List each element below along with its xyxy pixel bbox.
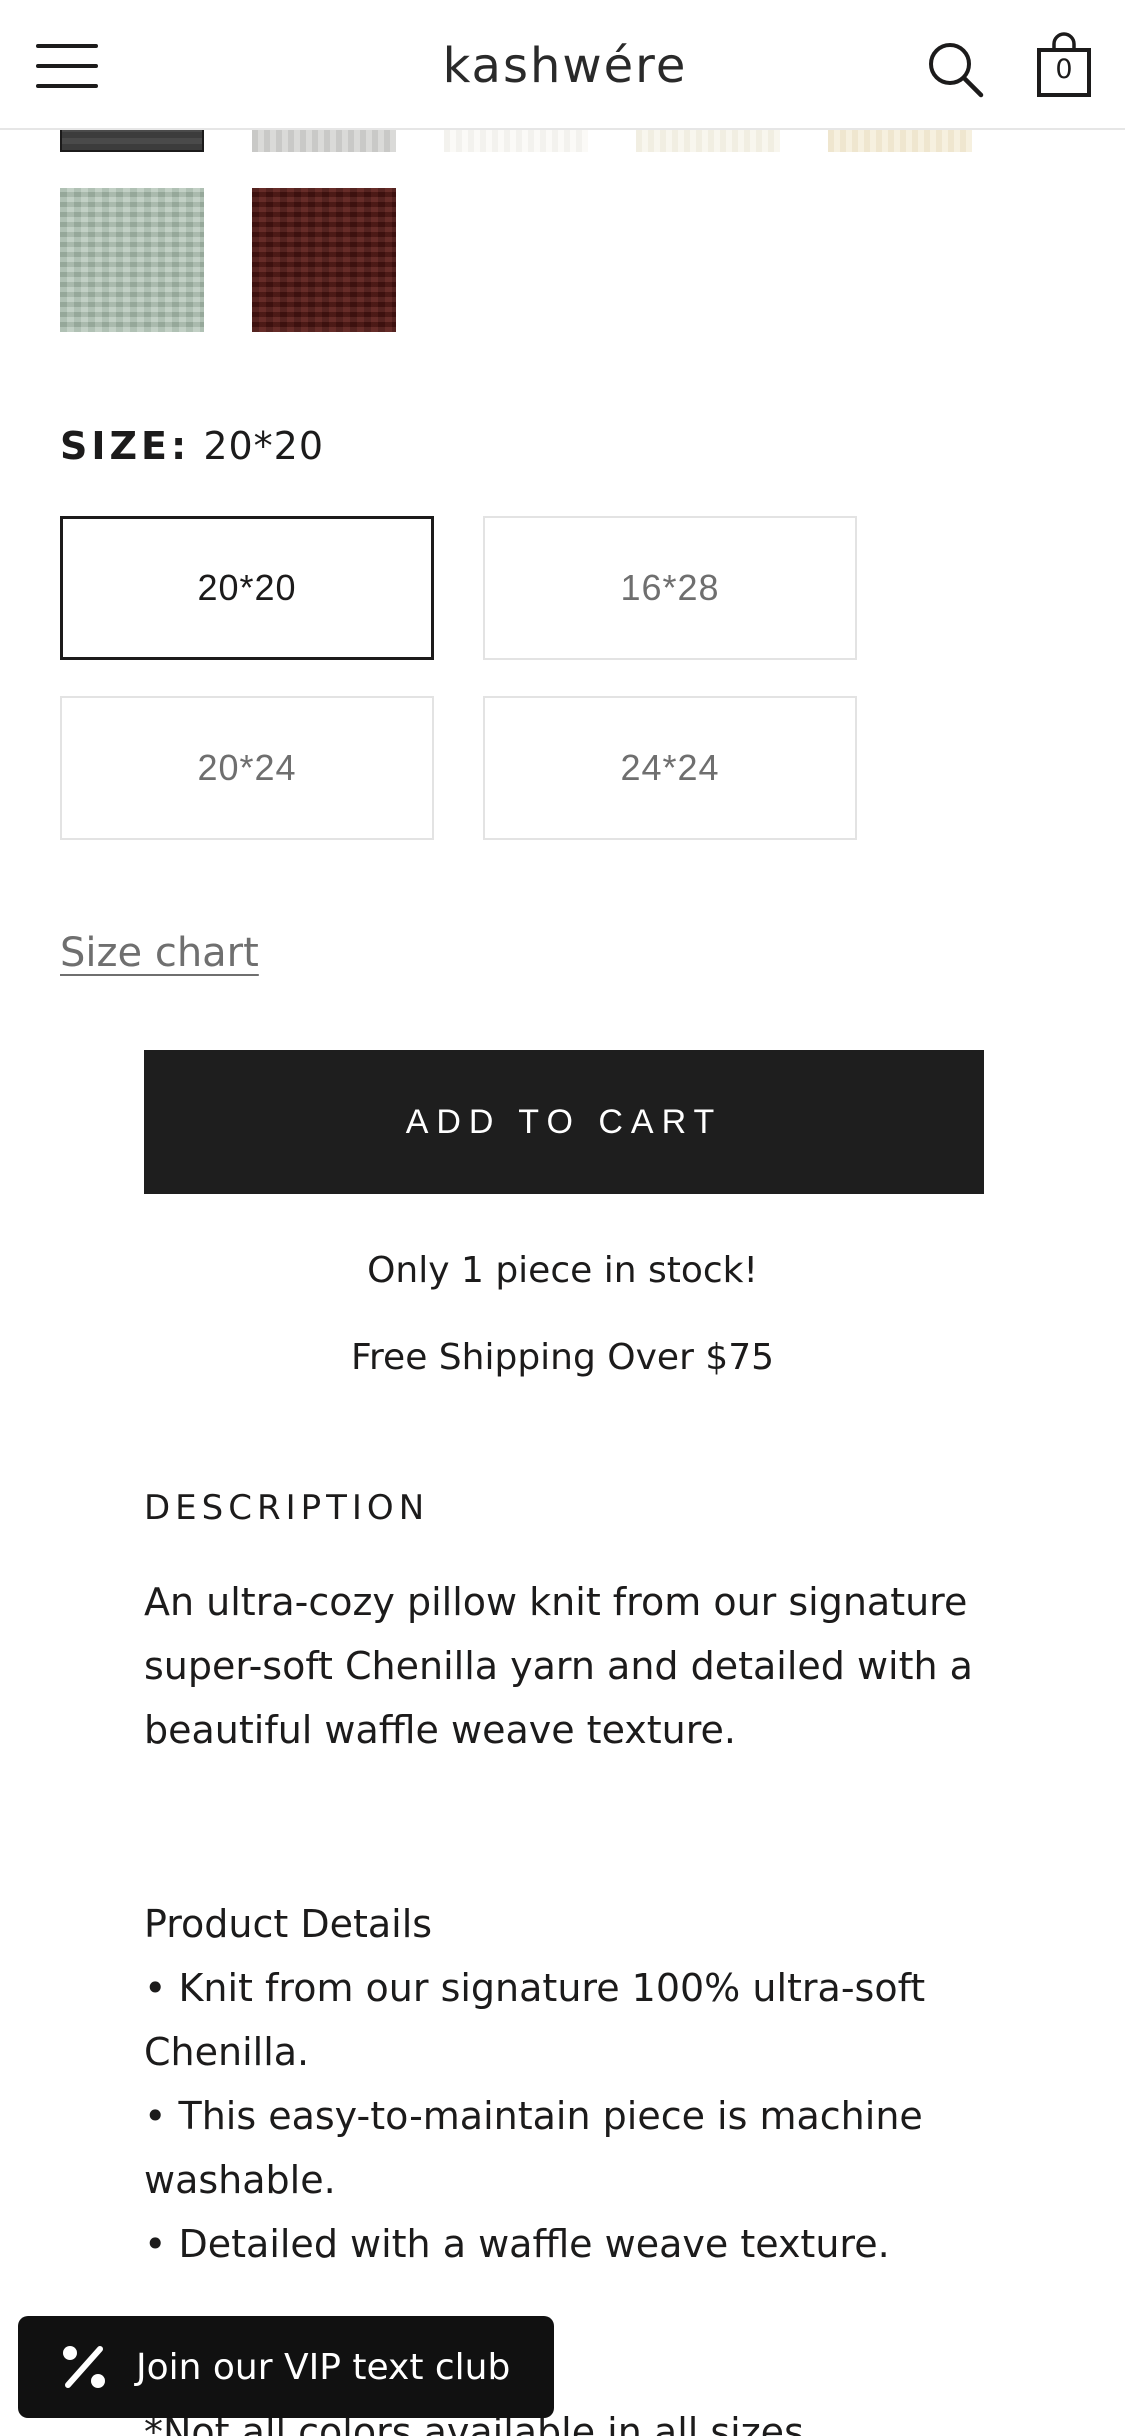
add-to-cart-button[interactable]: ADD TO CART [144, 1050, 984, 1194]
color-swatch-cream[interactable] [828, 128, 972, 152]
size-chart-link[interactable]: Size chart [60, 930, 259, 976]
description-intro: An ultra-cozy pillow knit from our signa… [144, 1580, 973, 1752]
brand-logo[interactable]: kashwére [395, 30, 735, 100]
size-option-20x24[interactable]: 20*24 [60, 696, 434, 840]
color-swatch-sage[interactable] [60, 188, 204, 332]
shipping-note: Free Shipping Over $75 [350, 1337, 775, 1378]
color-swatch-burgundy[interactable] [252, 188, 396, 332]
color-swatch-ivory[interactable] [636, 128, 780, 152]
detail-bullet: • Detailed with a waffle weave texture. [144, 2222, 890, 2266]
size-option-24x24[interactable]: 24*24 [483, 696, 857, 840]
selected-size-value: 20*20 [203, 424, 325, 468]
cart-count: 0 [1055, 54, 1073, 85]
detail-bullet: • Knit from our signature 100% ultra-sof… [144, 1966, 926, 2074]
color-swatch-grey[interactable] [252, 128, 396, 152]
hamburger-menu-icon[interactable] [36, 44, 98, 88]
site-header: kashwére 0 [0, 0, 1125, 130]
color-swatch-charcoal[interactable] [60, 128, 204, 152]
svg-text:kashwére: kashwére [443, 38, 688, 94]
detail-bullet: • This easy-to-maintain piece is machine… [144, 2094, 923, 2202]
size-option-16x28[interactable]: 16*28 [483, 516, 857, 660]
size-option-20x20[interactable]: 20*20 [60, 516, 434, 660]
size-key: SIZE: [60, 424, 191, 468]
product-details-heading: Product Details [144, 1902, 433, 1946]
vip-text-club-button[interactable]: Join our VIP text club [18, 2316, 554, 2418]
vip-label: Join our VIP text club [136, 2346, 511, 2388]
percent-icon [63, 2346, 105, 2388]
stock-note: Only 1 piece in stock! [367, 1250, 758, 1291]
search-icon[interactable] [926, 40, 984, 98]
shopping-bag-icon[interactable]: 0 [1036, 32, 1092, 98]
size-label: SIZE: 20*20 [60, 424, 324, 468]
description-heading: DESCRIPTION [144, 1488, 430, 1528]
color-swatch-white[interactable] [444, 128, 588, 152]
